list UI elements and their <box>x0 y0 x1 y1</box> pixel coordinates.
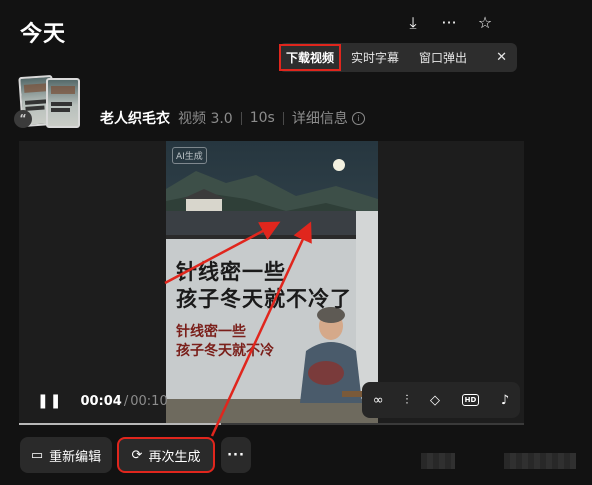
divider <box>240 111 242 125</box>
playback-controls: ❚❚ 00:04 / 00:10 <box>37 393 168 409</box>
menu-item-live-captions[interactable]: 实时字幕 <box>341 49 409 66</box>
current-time: 00:04 <box>80 393 122 409</box>
progress-fill <box>19 423 221 425</box>
caption-large: 针线密一些 孩子冬天就不冷了 <box>176 259 352 313</box>
more-actions-button[interactable]: ··· <box>221 437 251 473</box>
menu-item-popout-window[interactable]: 窗口弹出 <box>409 49 477 66</box>
player-options: ∞ ⫶ ◇ HD ♪ <box>362 382 520 418</box>
re-edit-button[interactable]: ▭ 重新编辑 <box>20 437 112 473</box>
divider <box>282 111 284 125</box>
total-time: 00:10 <box>130 393 168 409</box>
re-edit-label: 重新编辑 <box>49 449 102 465</box>
thumbnail-front <box>46 78 80 128</box>
ai-generated-badge: AI生成 <box>172 147 207 164</box>
menu-item-download-video[interactable]: 下载视频 <box>279 44 342 71</box>
progress-bar[interactable] <box>19 423 524 425</box>
audio-icon[interactable]: ⫶ <box>405 393 408 408</box>
blurred-text <box>504 453 576 469</box>
player-top-toolbar: ⤓ ··· ☆ <box>402 12 496 34</box>
style-icon[interactable]: ◇ <box>430 393 440 408</box>
regenerate-label: 再次生成 <box>148 449 201 465</box>
regenerate-button[interactable]: ⟳ 再次生成 <box>117 437 215 473</box>
star-icon[interactable]: ☆ <box>474 12 496 34</box>
caption-large-line: 针线密一些 <box>176 260 286 284</box>
hd-icon[interactable]: HD <box>461 394 480 406</box>
section-title: 今天 <box>20 22 67 47</box>
model-label: 视频 3.0 <box>178 111 233 127</box>
blurred-text <box>421 453 455 469</box>
video-thumbnail-stack[interactable]: “ <box>14 74 84 130</box>
duration-label: 10s <box>249 110 275 126</box>
video-title: 老人织毛衣 <box>100 111 170 127</box>
caption-small-line: 针线密一些 <box>176 324 246 340</box>
more-icon[interactable]: ··· <box>438 12 460 34</box>
download-menu: 下载视频 实时字幕 窗口弹出 ✕ <box>279 43 517 72</box>
loop-icon[interactable]: ∞ <box>373 393 384 408</box>
pause-icon[interactable]: ❚❚ <box>37 393 62 409</box>
caption-large-line: 孩子冬天就不冷了 <box>176 287 352 311</box>
edit-icon: ▭ <box>30 447 44 463</box>
video-frame[interactable]: AI生成 针线密一些 孩子冬天就不冷了 针线密一些 孩子冬天就不冷 <box>166 141 378 425</box>
close-icon[interactable]: ✕ <box>496 50 507 65</box>
music-icon[interactable]: ♪ <box>501 393 509 408</box>
time-separator: / <box>123 393 129 409</box>
quote-icon: “ <box>14 110 32 128</box>
refresh-icon: ⟳ <box>131 447 143 463</box>
info-icon[interactable]: i <box>351 111 365 125</box>
download-icon[interactable]: ⤓ <box>402 12 424 34</box>
caption-small: 针线密一些 孩子冬天就不冷 <box>176 323 274 361</box>
details-link[interactable]: 详细信息 <box>292 108 348 128</box>
caption-small-line: 孩子冬天就不冷 <box>176 343 274 359</box>
video-meta: 老人织毛衣 视频 3.0 10s 详细信息 i <box>100 108 365 128</box>
